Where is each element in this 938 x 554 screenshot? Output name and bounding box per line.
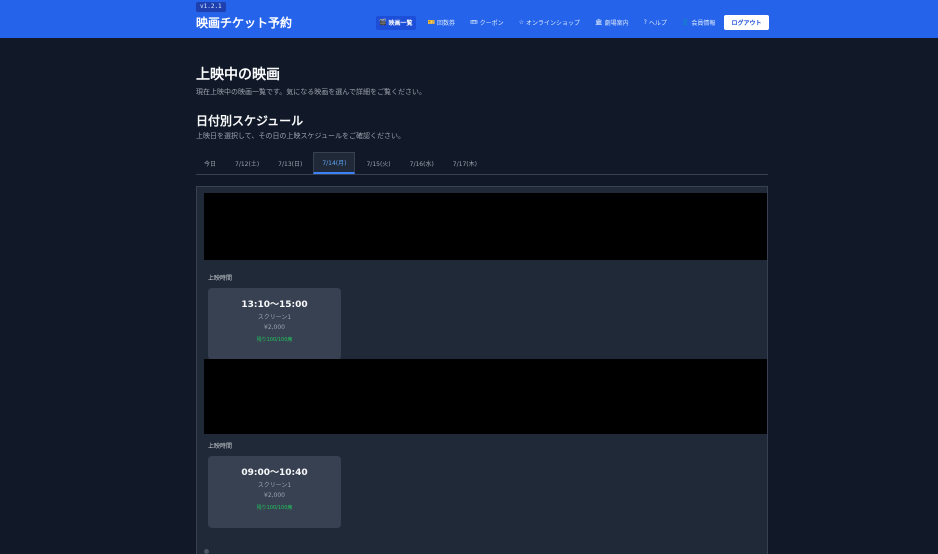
nav-item-label: 劇場案内 (604, 20, 629, 27)
movie-poster[interactable] (204, 193, 767, 260)
nav-item-label: オンラインショップ (526, 20, 581, 27)
tab-date-0713[interactable]: 7/13(日) (270, 152, 310, 174)
nav-item-label: 映画一覧 (388, 20, 413, 27)
showtime-card[interactable]: 09:00～10:40 スクリーン1 ¥2,000 残り100/100席 (208, 456, 341, 528)
nav-item-member-info[interactable]: 👤 会員情報 (679, 16, 719, 30)
showtime-seats: 残り100/100席 (256, 505, 293, 511)
schedule-panel: 上映時間 13:10～15:00 スクリーン1 ¥2,000 残り100/100… (196, 186, 768, 554)
showtime-seats: 残り100/100席 (256, 337, 293, 343)
page-title: 上映中の映画 (196, 67, 280, 83)
logout-button[interactable]: ログアウト (724, 15, 769, 30)
tab-today[interactable]: 今日 (196, 152, 224, 174)
help-icon: ? (643, 18, 647, 26)
showtime-price: ¥2,000 (264, 324, 285, 331)
schedule-section-title: 日付別スケジュール (196, 114, 304, 128)
showtime-card[interactable]: 13:10～15:00 スクリーン1 ¥2,000 残り100/100席 (208, 288, 341, 360)
user-icon: 👤 (681, 18, 690, 26)
film-icon: 🎬 (379, 18, 387, 26)
showtime-screen: スクリーン1 (257, 482, 292, 489)
showtime-time: 09:00～10:40 (241, 468, 308, 478)
showtime-label: 上映時間 (208, 275, 233, 282)
tab-date-0715[interactable]: 7/15(火) (358, 152, 398, 174)
tab-date-0712[interactable]: 7/12(土) (227, 152, 267, 174)
schedule-section-description: 上映日を選択して、その日の上映スケジュールをご確認ください。 (196, 132, 405, 140)
showtime-time: 13:10～15:00 (241, 300, 308, 310)
nav-item-coupons[interactable]: 🎟 クーポン (467, 16, 507, 30)
nav-item-online-shop[interactable]: ☆ オンラインショップ (516, 16, 583, 30)
showtime-label: 上映時間 (208, 443, 233, 450)
main-nav: 🎬 映画一覧 🎫 回数券 🎟 クーポン ☆ オンラインショップ 🏛 劇場案内 ?… (376, 15, 718, 30)
showtime-price: ¥2,000 (264, 492, 285, 499)
date-tabs: 今日 7/12(土) 7/13(日) 7/14(月) 7/15(火) 7/16(… (196, 152, 768, 175)
nav-item-label: 会員情報 (691, 20, 716, 27)
star-icon: ☆ (518, 18, 525, 26)
nav-item-label: 回数券 (436, 20, 455, 27)
ticket-icon: 🎫 (427, 18, 435, 26)
app-title[interactable]: 映画チケット予約 (196, 14, 292, 31)
movie-block: 上映時間 09:00～10:40 スクリーン1 ¥2,000 残り100/100… (204, 359, 767, 534)
nav-item-theater-info[interactable]: 🏛 劇場案内 (592, 16, 632, 30)
tab-date-0716[interactable]: 7/16(水) (402, 152, 442, 174)
showtime-screen: スクリーン1 (257, 314, 292, 321)
theater-icon: 🏛 (595, 18, 603, 26)
coupon-icon: 🎟 (470, 18, 478, 26)
tab-date-0717[interactable]: 7/17(木) (445, 152, 485, 174)
version-badge: v1.2.1 (196, 2, 226, 12)
nav-item-movies[interactable]: 🎬 映画一覧 (376, 15, 416, 30)
app-header: v1.2.1 映画チケット予約 🎬 映画一覧 🎫 回数券 🎟 クーポン ☆ オン… (0, 0, 938, 38)
movie-poster[interactable] (204, 359, 767, 434)
partial-content (204, 549, 209, 554)
nav-item-help[interactable]: ? ヘルプ (641, 16, 670, 30)
nav-item-tickets[interactable]: 🎫 回数券 (425, 16, 459, 30)
next-movie-partial (204, 549, 454, 554)
tab-date-0714[interactable]: 7/14(月) (313, 152, 356, 174)
movie-block: 上映時間 13:10～15:00 スクリーン1 ¥2,000 残り100/100… (204, 193, 767, 361)
page-description: 現在上映中の映画一覧です。気になる映画を選んで詳細をご覧ください。 (196, 88, 426, 96)
nav-item-label: クーポン (479, 20, 504, 27)
nav-item-label: ヘルプ (648, 20, 667, 27)
